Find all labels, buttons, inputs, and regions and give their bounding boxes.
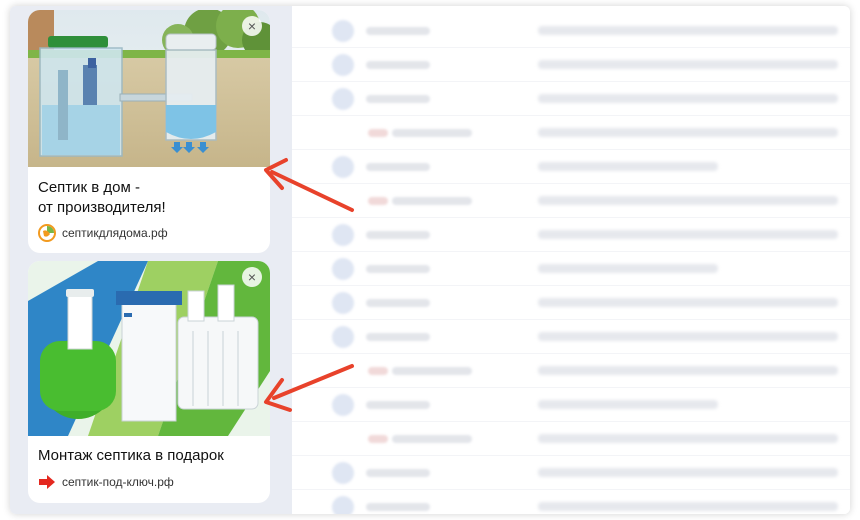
avatar — [332, 224, 354, 246]
mail-row[interactable] — [292, 490, 850, 514]
mail-sender — [366, 299, 430, 307]
avatar — [332, 462, 354, 484]
mail-subject — [538, 94, 838, 103]
mail-subject — [538, 332, 838, 341]
avatar — [332, 394, 354, 416]
mail-subject — [538, 26, 838, 35]
ad-domain-link[interactable]: септик-под-ключ.рф — [38, 473, 174, 491]
mail-subject — [538, 434, 838, 443]
avatar — [332, 496, 354, 514]
mail-subject — [538, 366, 838, 375]
mail-sender — [366, 95, 430, 103]
close-ad-button[interactable]: × — [242, 267, 262, 287]
mail-subject — [538, 162, 718, 171]
mail-sender — [392, 129, 472, 137]
avatar — [332, 20, 354, 42]
orange-green-circle-icon — [38, 224, 56, 242]
ad-title[interactable]: Монтаж септика в подарок — [38, 446, 263, 466]
ad-image-septic-diagram[interactable] — [28, 10, 270, 167]
ad-card-septic-install[interactable]: × Монтаж септика в подарок септик-под-кл… — [28, 261, 270, 503]
avatar — [332, 88, 354, 110]
ad-domain-link[interactable]: септикдлядома.рф — [38, 224, 168, 242]
mail-subject — [538, 196, 838, 205]
mail-row[interactable] — [292, 48, 850, 82]
mail-sender — [366, 27, 430, 35]
mail-sender — [392, 435, 472, 443]
mail-sender — [366, 401, 430, 409]
mail-row[interactable] — [292, 82, 850, 116]
mail-subject — [538, 128, 838, 137]
mail-row[interactable] — [292, 116, 850, 150]
mail-subject — [538, 298, 838, 307]
mail-sender — [392, 367, 472, 375]
avatar — [332, 292, 354, 314]
mail-sender — [366, 61, 430, 69]
mail-row[interactable] — [292, 320, 850, 354]
mail-sender-icon — [368, 197, 388, 205]
ad-card-septic-home[interactable]: × Септик в дом - от производителя! септи… — [28, 10, 270, 253]
mail-subject — [538, 468, 838, 477]
close-ad-button[interactable]: × — [242, 16, 262, 36]
mail-sender-icon — [368, 129, 388, 137]
mail-sender — [366, 333, 430, 341]
mail-subject — [538, 264, 718, 273]
mail-row[interactable] — [292, 354, 850, 388]
mail-sender — [366, 469, 430, 477]
avatar — [332, 54, 354, 76]
mail-sender — [366, 163, 430, 171]
mail-subject — [538, 60, 838, 69]
red-arrow-icon — [39, 475, 55, 489]
mail-row[interactable] — [292, 286, 850, 320]
mail-row[interactable] — [292, 184, 850, 218]
mail-subject — [538, 400, 718, 409]
mail-row[interactable] — [292, 388, 850, 422]
mail-row[interactable] — [292, 14, 850, 48]
mail-row[interactable] — [292, 456, 850, 490]
mail-row[interactable] — [292, 252, 850, 286]
mail-window: × Септик в дом - от производителя! септи… — [10, 6, 850, 514]
avatar — [332, 326, 354, 348]
mail-sender — [366, 503, 430, 511]
ad-domain-text: септикдлядома.рф — [62, 226, 168, 240]
avatar — [332, 156, 354, 178]
mail-row[interactable] — [292, 218, 850, 252]
mail-subject — [538, 502, 838, 511]
avatar — [332, 258, 354, 280]
mail-subject — [538, 230, 838, 239]
mail-sender — [366, 265, 430, 273]
mail-sender — [366, 231, 430, 239]
mail-list — [292, 6, 850, 514]
mail-row[interactable] — [292, 150, 850, 184]
mail-sender-icon — [368, 367, 388, 375]
mail-sender-icon — [368, 435, 388, 443]
ad-image-septic-tanks[interactable] — [28, 261, 270, 436]
mail-row[interactable] — [292, 422, 850, 456]
ad-domain-text: септик-под-ключ.рф — [62, 475, 174, 489]
ad-title[interactable]: Септик в дом - от производителя! — [38, 178, 258, 218]
mail-sender — [392, 197, 472, 205]
